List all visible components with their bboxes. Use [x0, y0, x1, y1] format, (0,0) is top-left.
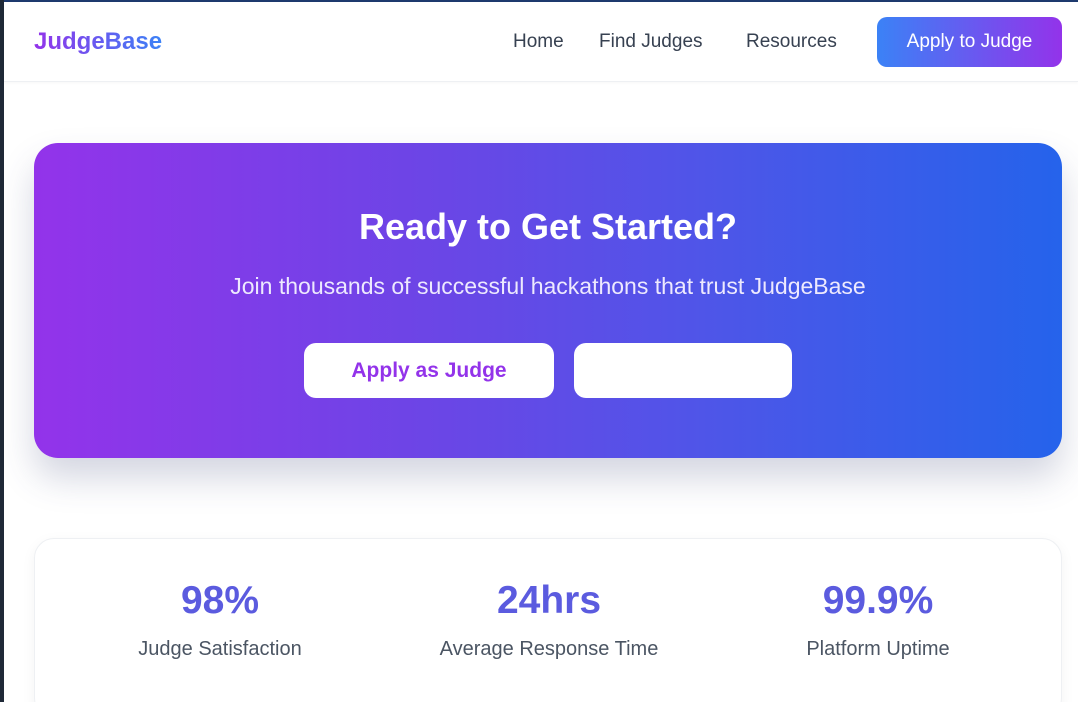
- secondary-cta-button[interactable]: [574, 343, 792, 398]
- top-navbar: JudgeBase Home Find Judges Resources App…: [4, 2, 1078, 82]
- stat-value: 98%: [180, 579, 260, 622]
- stat-label: Platform Uptime: [806, 638, 950, 660]
- window-left-edge: [0, 0, 4, 702]
- nav-link-home[interactable]: Home: [513, 30, 564, 54]
- hero-subtitle: Join thousands of successful hackathons …: [230, 273, 866, 299]
- stat-label: Judge Satisfaction: [138, 638, 302, 660]
- stat-label: Average Response Time: [439, 638, 659, 660]
- apply-as-judge-button[interactable]: Apply as Judge: [304, 343, 554, 398]
- cta-hero-banner: Ready to Get Started? Join thousands of …: [34, 143, 1062, 458]
- stat-value: 24hrs: [496, 579, 602, 622]
- logo[interactable]: JudgeBase: [34, 26, 162, 58]
- stat-item-response-time: 24hrs Average Response Time: [384, 577, 714, 661]
- nav-link-resources[interactable]: Resources: [746, 30, 837, 54]
- nav-link-find-judges[interactable]: Find Judges: [599, 30, 703, 54]
- stat-item-judge-satisfaction: 98% Judge Satisfaction: [55, 577, 385, 661]
- apply-to-judge-button[interactable]: Apply to Judge: [877, 17, 1062, 67]
- stats-panel: 98% Judge Satisfaction 24hrs Average Res…: [34, 538, 1062, 702]
- stat-value: 99.9%: [822, 579, 934, 622]
- hero-title: Ready to Get Started?: [358, 206, 738, 247]
- stat-item-platform-uptime: 99.9% Platform Uptime: [713, 577, 1043, 661]
